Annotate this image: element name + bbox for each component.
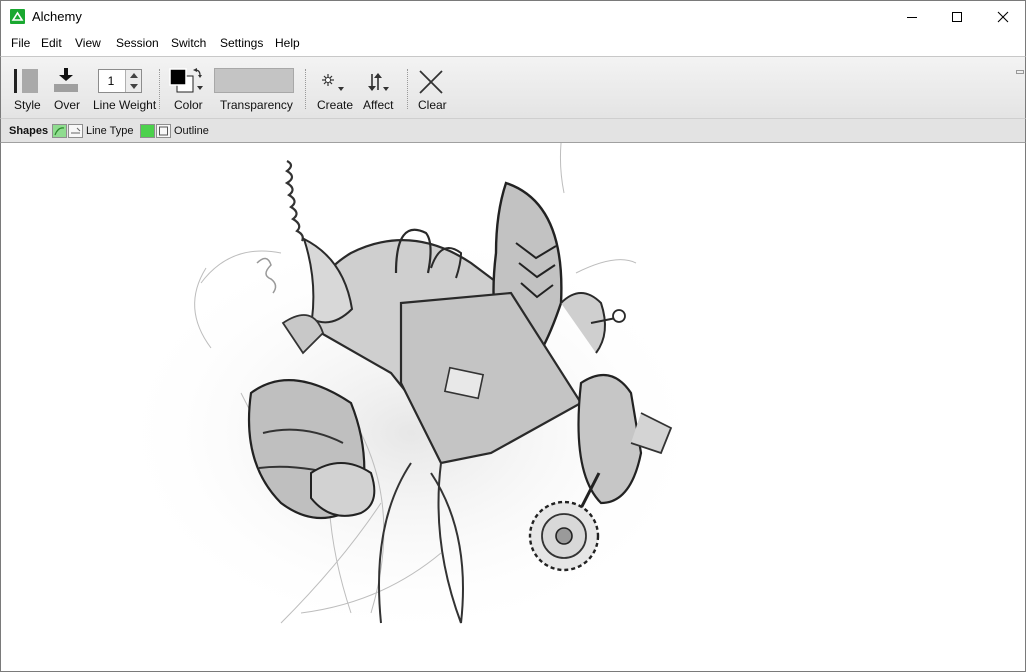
line-weight-value[interactable]: 1	[99, 74, 123, 88]
spinner-down-icon[interactable]	[126, 81, 142, 92]
transparency-slider[interactable]	[214, 68, 294, 93]
title-bar: Alchemy	[0, 0, 1026, 31]
affect-label: Affect	[363, 98, 394, 112]
over-label: Over	[54, 98, 81, 112]
style-icon	[14, 69, 38, 93]
create-label: Create	[317, 98, 354, 112]
color-label: Color	[174, 98, 203, 112]
clear-x-icon	[419, 70, 443, 94]
toolbar-grip[interactable]	[1016, 70, 1024, 74]
menu-bar: File Edit View Session Switch Settings H…	[0, 31, 1026, 56]
line-type-solid-toggle[interactable]	[52, 124, 67, 138]
toolbar-separator	[407, 69, 408, 109]
affect-button[interactable]	[363, 69, 393, 95]
over-icon	[54, 68, 78, 92]
menu-switch[interactable]: Switch	[171, 36, 206, 50]
robot-sketch-illustration	[111, 143, 711, 643]
menu-file[interactable]: File	[11, 36, 30, 50]
clear-label: Clear	[418, 98, 447, 112]
close-button[interactable]	[980, 1, 1026, 32]
create-button[interactable]	[317, 69, 349, 95]
menu-edit[interactable]: Edit	[41, 36, 62, 50]
color-swatch-icon	[169, 68, 203, 93]
line-type-straight-toggle[interactable]	[68, 124, 83, 138]
outline-fill-toggle[interactable]	[140, 124, 155, 138]
over-button[interactable]	[51, 67, 81, 97]
menu-settings[interactable]: Settings	[220, 36, 263, 50]
menu-view[interactable]: View	[75, 36, 101, 50]
toolbar: Style Over 1 Line Weight Color Transpare	[0, 56, 1026, 118]
spinner-up-icon[interactable]	[126, 70, 142, 81]
toolbar-separator	[305, 69, 306, 109]
drawing-canvas[interactable]	[0, 143, 1026, 672]
shapes-title: Shapes	[9, 125, 49, 137]
transparency-label: Transparency	[220, 98, 293, 112]
toolbar-separator	[159, 69, 160, 109]
line-solid-icon	[54, 127, 65, 136]
style-button[interactable]	[9, 67, 43, 97]
line-type-label: Line Type	[86, 125, 134, 137]
outline-stroke-toggle[interactable]	[156, 124, 171, 138]
window-title: Alchemy	[32, 9, 82, 24]
affect-icon	[368, 73, 389, 91]
outline-label: Outline	[174, 125, 209, 137]
minimize-icon	[907, 16, 917, 18]
maximize-icon	[952, 11, 962, 22]
minimize-button[interactable]	[889, 1, 935, 32]
clear-button[interactable]	[417, 68, 445, 96]
close-icon	[997, 11, 1009, 22]
create-sparkle-icon	[322, 74, 344, 91]
line-weight-label: Line Weight	[93, 98, 157, 112]
alchemy-app-icon	[10, 9, 25, 24]
color-button[interactable]	[167, 67, 207, 97]
menu-session[interactable]: Session	[116, 36, 159, 50]
line-weight-stepper[interactable]: 1	[98, 69, 142, 93]
menu-help[interactable]: Help	[275, 36, 300, 50]
line-straight-icon	[71, 127, 81, 134]
maximize-button[interactable]	[934, 1, 980, 32]
shapes-bar: Shapes Line Type Outline	[0, 118, 1026, 143]
outline-square-icon	[159, 126, 168, 136]
style-label: Style	[14, 98, 41, 112]
